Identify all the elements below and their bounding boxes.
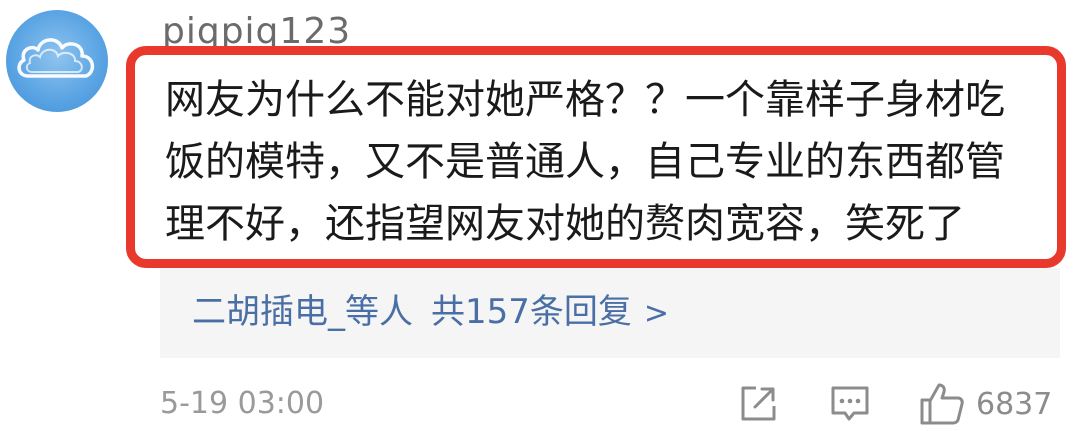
like-count: 6837 bbox=[976, 386, 1053, 422]
reply-names: 二胡插电_等人 bbox=[192, 292, 413, 332]
comment-highlight-box: 网友为什么不能对她严格？？一个靠样子身材吃饭的模特，又不是普通人，自己专业的东西… bbox=[126, 46, 1066, 268]
reply-count: 共157条回复 bbox=[431, 292, 632, 332]
timestamp: 5-19 03:00 bbox=[160, 386, 325, 421]
cloud-icon bbox=[17, 38, 95, 78]
comment-item: piqpiq123 网友为什么不能对她严格？？一个靠样子身材吃饭的模特，又不是普… bbox=[0, 0, 1080, 431]
comment-button[interactable] bbox=[828, 380, 872, 428]
comment-text: 网友为什么不能对她严格？？一个靠样子身材吃饭的模特，又不是普通人，自己专业的东西… bbox=[165, 77, 1005, 247]
reply-link[interactable]: 二胡插电_等人 共157条回复 > bbox=[192, 290, 669, 336]
username[interactable]: piqpiq123 bbox=[162, 6, 351, 48]
chevron-right-icon: > bbox=[643, 296, 670, 331]
comment-icon bbox=[831, 386, 869, 421]
share-icon bbox=[741, 386, 776, 421]
like-button[interactable]: 6837 bbox=[918, 380, 1052, 428]
share-button[interactable] bbox=[736, 380, 780, 428]
reply-preview[interactable]: 二胡插电_等人 共157条回复 > bbox=[160, 268, 1060, 358]
thumbs-up-icon bbox=[920, 383, 964, 425]
avatar[interactable] bbox=[6, 10, 108, 112]
